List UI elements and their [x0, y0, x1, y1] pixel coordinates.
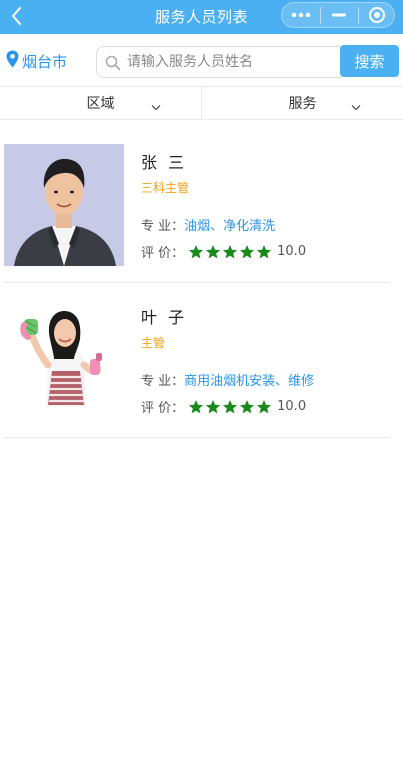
search-field[interactable]	[96, 46, 342, 78]
star-icon	[206, 244, 221, 258]
star-icon	[189, 244, 204, 258]
star-icon	[240, 399, 255, 413]
region-filter[interactable]: 区域	[0, 87, 201, 119]
staff-specialty: 专 业：商用油烟机安装、维修	[141, 370, 314, 389]
star-icon	[257, 244, 272, 258]
staff-name: 张 三	[141, 153, 188, 172]
service-filter[interactable]: 服务	[201, 87, 403, 119]
chevron-down-icon	[151, 99, 161, 115]
service-filter-label: 服务	[288, 96, 317, 112]
rating-stars	[188, 244, 273, 260]
region-filter-label: 区域	[86, 96, 115, 112]
staff-rating: 评 价： 10.0	[141, 397, 306, 416]
star-icon	[240, 244, 255, 258]
staff-role: 主管	[141, 336, 166, 350]
staff-card[interactable]: 叶 子 主管 专 业：商用油烟机安装、维修 评 价： 10.0	[4, 283, 389, 438]
location-pin-icon	[6, 50, 22, 72]
rating-score: 10.0	[277, 399, 307, 414]
more-dots-icon[interactable]	[282, 3, 320, 27]
rating-score: 10.0	[277, 244, 307, 259]
specialty-value: 油烟、净化清洗	[184, 219, 276, 234]
filter-bar: 区域 服务	[0, 86, 403, 120]
specialty-label: 专 业：	[141, 219, 185, 234]
staff-specialty: 专 业：油烟、净化清洗	[141, 215, 275, 234]
staff-role: 三科主管	[141, 181, 190, 195]
staff-name: 叶 子	[141, 308, 188, 327]
specialty-label: 专 业：	[141, 374, 185, 389]
star-icon	[223, 244, 238, 258]
staff-card[interactable]: 张 三 三科主管 专 业：油烟、净化清洗 评 价： 10.0	[4, 128, 389, 283]
minimize-icon[interactable]	[320, 3, 358, 27]
city-selector[interactable]: 烟台市	[6, 50, 67, 72]
specialty-value: 商用油烟机安装、维修	[184, 374, 315, 389]
close-target-icon[interactable]	[358, 3, 396, 27]
staff-list: 张 三 三科主管 专 业：油烟、净化清洗 评 价： 10.0 叶 子 主管 专 …	[0, 128, 403, 438]
title-bar: 服务人员列表	[0, 0, 403, 34]
staff-rating: 评 价： 10.0	[141, 242, 306, 261]
search-input[interactable]	[127, 51, 327, 73]
star-icon	[223, 399, 238, 413]
rating-stars	[188, 399, 273, 415]
star-icon	[189, 399, 204, 413]
rating-label: 评 价：	[141, 246, 185, 261]
search-button[interactable]: 搜索	[340, 45, 399, 77]
search-bar: 烟台市 搜索	[0, 34, 403, 88]
chevron-down-icon	[351, 99, 361, 115]
star-icon	[257, 399, 272, 413]
mini-program-capsule	[281, 2, 395, 28]
rating-label: 评 价：	[141, 401, 185, 416]
man-in-suit-photo	[4, 144, 124, 266]
star-icon	[206, 399, 221, 413]
city-label: 烟台市	[22, 52, 68, 71]
woman-cleaner-photo	[4, 299, 124, 421]
